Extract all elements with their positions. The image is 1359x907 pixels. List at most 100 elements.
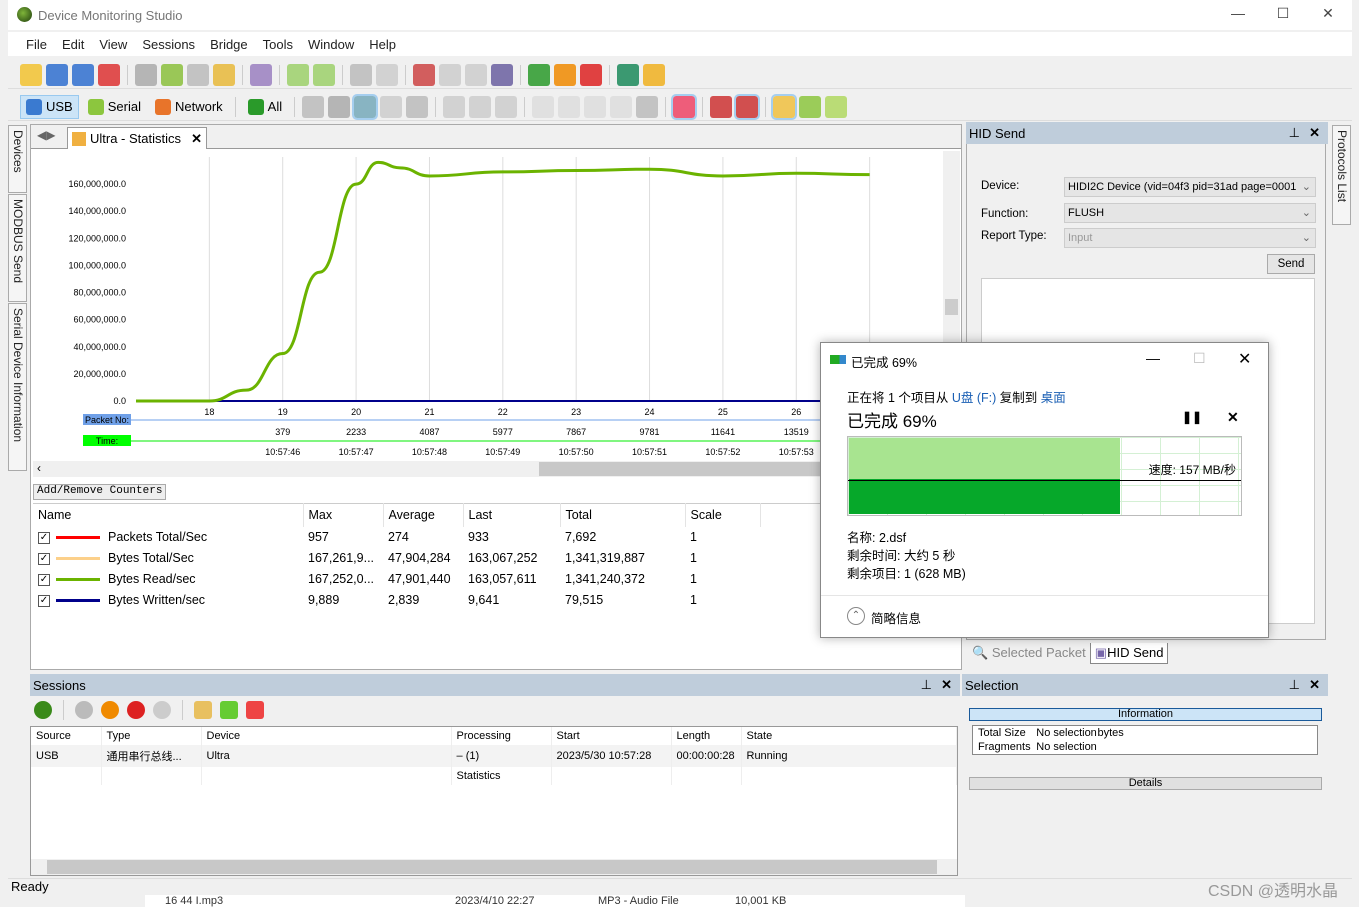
left-tab-devices[interactable]: Devices xyxy=(8,125,27,193)
source-network-button[interactable]: Network xyxy=(150,95,228,119)
layout-icon[interactable] xyxy=(406,95,429,118)
cancel-copy-button[interactable]: ✕ xyxy=(1227,409,1239,426)
select-4-icon[interactable] xyxy=(610,95,633,118)
left-tab-modbus-send[interactable]: MODBUS Send xyxy=(8,194,27,302)
dialog-close-button[interactable]: ✕ xyxy=(1238,349,1251,369)
destination-link[interactable]: 桌面 xyxy=(1041,391,1066,405)
menu-view[interactable]: View xyxy=(99,37,127,52)
dialog-maximize-button[interactable]: ☐ xyxy=(1193,350,1206,367)
stop-icon[interactable] xyxy=(580,63,602,86)
col-max[interactable]: Max xyxy=(303,503,384,527)
select-3-icon[interactable] xyxy=(584,95,607,118)
edit-icon[interactable] xyxy=(287,63,309,86)
start-icon[interactable] xyxy=(528,63,550,86)
hscroll-thumb[interactable] xyxy=(47,860,937,874)
settings-icon[interactable] xyxy=(643,63,665,86)
col-type[interactable]: Type xyxy=(101,727,202,745)
scroll-left-icon[interactable]: ‹ xyxy=(37,461,41,475)
menu-bridge[interactable]: Bridge xyxy=(210,37,248,52)
stop-icon[interactable] xyxy=(127,701,145,719)
vscroll-thumb[interactable] xyxy=(945,299,958,315)
close-document-icon[interactable] xyxy=(98,63,120,86)
back-icon[interactable] xyxy=(469,95,492,118)
menu-tools[interactable]: Tools xyxy=(263,37,293,52)
tab-hid-send[interactable]: ▣HID Send xyxy=(1089,643,1169,664)
col-length[interactable]: Length xyxy=(671,727,742,745)
fewer-details-toggle[interactable]: 简略信息 xyxy=(871,608,921,627)
menu-edit[interactable]: Edit xyxy=(62,37,84,52)
close-tab-icon[interactable]: ✕ xyxy=(191,131,202,147)
pin-icon[interactable]: ⊥ xyxy=(1289,125,1300,141)
close-panel-icon[interactable]: ✕ xyxy=(941,677,952,693)
report-type-select[interactable]: Input ⌄ xyxy=(1064,228,1316,248)
source-usb-button[interactable]: USB xyxy=(20,94,79,119)
paste-special-icon[interactable] xyxy=(213,63,235,86)
dialog-minimize-button[interactable]: — xyxy=(1146,350,1160,366)
counter-checkbox[interactable]: ✓ xyxy=(38,531,50,544)
new-session-icon[interactable] xyxy=(34,701,52,719)
pause-copy-button[interactable]: ❚❚ xyxy=(1182,410,1202,424)
menu-help[interactable]: Help xyxy=(369,37,396,52)
send-button[interactable]: Send xyxy=(1267,254,1315,274)
source-link[interactable]: U盘 (F:) xyxy=(952,391,996,405)
col-last[interactable]: Last xyxy=(463,503,561,527)
session-row[interactable]: USB 通用串行总线... Ultra – (1) 2023/5/30 10:5… xyxy=(31,745,957,767)
right-tab-protocols-list[interactable]: Protocols List xyxy=(1332,125,1351,225)
waveform-icon[interactable] xyxy=(352,93,379,120)
play-icon[interactable] xyxy=(75,701,93,719)
details-section-header[interactable]: Details xyxy=(969,777,1322,790)
copy-icon[interactable] xyxy=(161,63,183,86)
filter-icon[interactable] xyxy=(302,95,325,118)
record-stop-icon[interactable] xyxy=(465,63,487,86)
menu-file[interactable]: File xyxy=(26,37,47,52)
collapse-icon[interactable]: – xyxy=(457,750,466,762)
select-1-icon[interactable] xyxy=(532,95,555,118)
pin-icon[interactable]: ⊥ xyxy=(921,677,932,693)
forward-icon[interactable] xyxy=(495,95,518,118)
col-average[interactable]: Average xyxy=(383,503,464,527)
find-icon[interactable] xyxy=(350,63,372,86)
col-scale[interactable]: Scale xyxy=(685,503,761,527)
processing-statistics[interactable]: Statistics xyxy=(451,767,552,785)
export-chart-2-icon[interactable] xyxy=(799,95,822,118)
source-all-button[interactable]: All xyxy=(243,95,287,119)
paste-icon[interactable] xyxy=(187,63,209,86)
save-icon[interactable] xyxy=(46,63,68,86)
source-serial-button[interactable]: Serial xyxy=(83,95,146,119)
add-icon[interactable] xyxy=(220,701,238,719)
function-select[interactable]: FLUSH ⌄ xyxy=(1064,203,1316,223)
edit-2-icon[interactable] xyxy=(313,63,335,86)
col-source[interactable]: Source xyxy=(31,727,102,745)
import-icon[interactable] xyxy=(250,63,272,86)
information-section-header[interactable]: Information xyxy=(969,708,1322,721)
close-panel-icon[interactable]: ✕ xyxy=(1309,125,1320,141)
counter-checkbox[interactable]: ✓ xyxy=(38,552,50,565)
tab-scroll-arrows-icon[interactable]: ◀▶ xyxy=(37,128,55,142)
device-select[interactable]: HIDI2C Device (vid=04f3 pid=31ad page=00… xyxy=(1064,177,1316,197)
select-2-icon[interactable] xyxy=(558,95,581,118)
close-panel-icon[interactable]: ✕ xyxy=(1309,677,1320,693)
processing-icon[interactable] xyxy=(194,701,212,719)
cut-icon[interactable] xyxy=(135,63,157,86)
maximize-button[interactable]: ☐ xyxy=(1263,5,1303,25)
group-icon[interactable] xyxy=(328,95,351,118)
tab-selected-packet[interactable]: 🔍 Selected Packet xyxy=(968,643,1090,664)
col-start[interactable]: Start xyxy=(551,727,672,745)
export-chart-3-icon[interactable] xyxy=(825,95,848,118)
chart-horizontal-scrollbar[interactable]: ‹ xyxy=(33,461,945,477)
counter-checkbox[interactable]: ✓ xyxy=(38,594,50,607)
chart-curve-icon[interactable] xyxy=(734,93,761,120)
export-icon[interactable] xyxy=(443,95,466,118)
chevron-up-icon[interactable]: ⌃ xyxy=(847,607,865,625)
export-chart-icon[interactable] xyxy=(771,93,798,120)
save-as-icon[interactable] xyxy=(72,63,94,86)
add-remove-counters-button[interactable]: Add/Remove Counters xyxy=(33,484,167,500)
record-save-icon[interactable] xyxy=(491,63,513,86)
remove-icon[interactable] xyxy=(246,701,264,719)
checker-icon[interactable] xyxy=(380,95,403,118)
new-document-icon[interactable] xyxy=(20,63,42,86)
pause-icon[interactable] xyxy=(101,701,119,719)
record-icon[interactable] xyxy=(413,63,435,86)
tab-ultra-statistics[interactable]: Ultra - Statistics ✕ xyxy=(67,127,207,149)
counter-checkbox[interactable]: ✓ xyxy=(38,573,50,586)
